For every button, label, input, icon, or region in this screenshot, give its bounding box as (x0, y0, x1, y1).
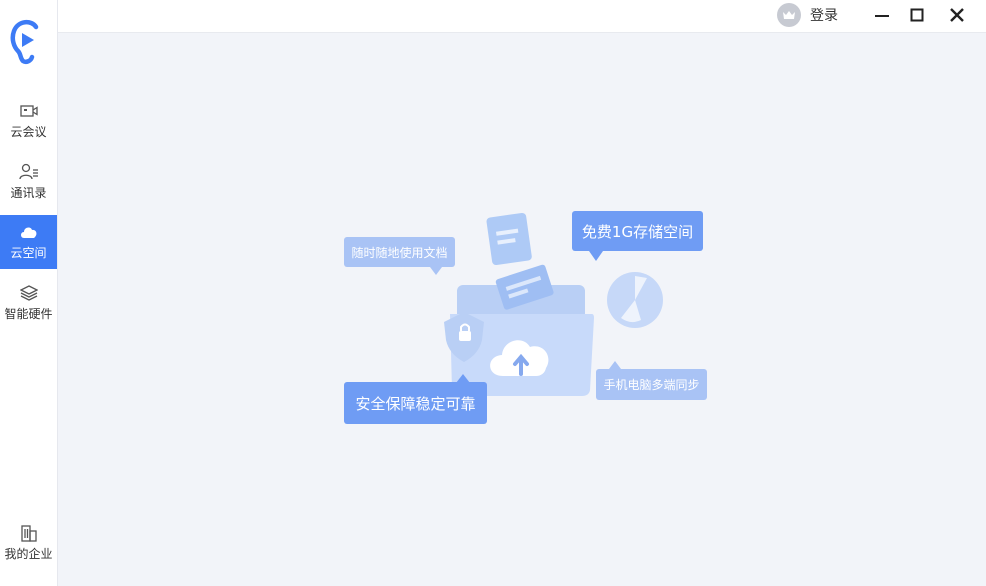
contacts-icon (19, 163, 39, 181)
feature-bubble-label: 随时随地使用文档 (351, 244, 447, 261)
sidebar-item-label: 我的企业 (4, 545, 52, 562)
sidebar-item-smart-hardware[interactable]: 智能硬件 (0, 276, 57, 330)
app-logo-icon (8, 17, 48, 65)
minimize-button[interactable] (870, 3, 894, 27)
sidebar-item-cloud-space[interactable]: 云空间 (0, 215, 57, 269)
video-camera-icon (19, 102, 39, 120)
sidebar-item-label: 通讯录 (10, 184, 46, 201)
avatar-icon (777, 3, 801, 27)
login-button[interactable]: 登录 (777, 2, 838, 28)
feature-bubble-sync: 手机电脑多端同步 (596, 369, 707, 400)
feature-bubble-docs: 随时随地使用文档 (344, 237, 455, 267)
title-bar: 登录 (58, 0, 986, 33)
sidebar-item-contacts[interactable]: 通讯录 (0, 155, 57, 209)
bubble-tail (430, 267, 442, 275)
feature-bubble-label: 安全保障稳定可靠 (355, 393, 475, 414)
bubble-tail (589, 251, 603, 261)
feature-bubble-label: 免费1G存储空间 (582, 221, 693, 242)
sidebar: 云会议 通讯录 云空间 智能硬件 我的企业 (0, 0, 58, 586)
cloud-space-empty-state: 随时随地使用文档 免费1G存储空间 安全保障稳定可靠 手机电脑多端同步 (58, 34, 986, 586)
maximize-icon (909, 7, 925, 23)
close-icon (949, 7, 965, 23)
login-label: 登录 (810, 5, 838, 25)
close-button[interactable] (945, 3, 969, 27)
sidebar-item-label: 云空间 (10, 244, 46, 261)
sidebar-item-label: 云会议 (10, 123, 46, 140)
layers-icon (19, 284, 39, 302)
maximize-button[interactable] (905, 3, 929, 27)
feature-bubble-free-storage: 免费1G存储空间 (572, 211, 703, 251)
sidebar-item-label: 智能硬件 (4, 305, 52, 322)
bubble-tail (609, 361, 621, 369)
feature-bubble-security: 安全保障稳定可靠 (344, 382, 487, 424)
building-icon (19, 524, 39, 542)
sidebar-item-my-enterprise[interactable]: 我的企业 (0, 516, 57, 570)
minimize-icon (874, 7, 890, 23)
feature-bubble-label: 手机电脑多端同步 (603, 376, 699, 393)
sidebar-item-cloud-meeting[interactable]: 云会议 (0, 94, 57, 148)
cloud-icon (19, 223, 39, 241)
